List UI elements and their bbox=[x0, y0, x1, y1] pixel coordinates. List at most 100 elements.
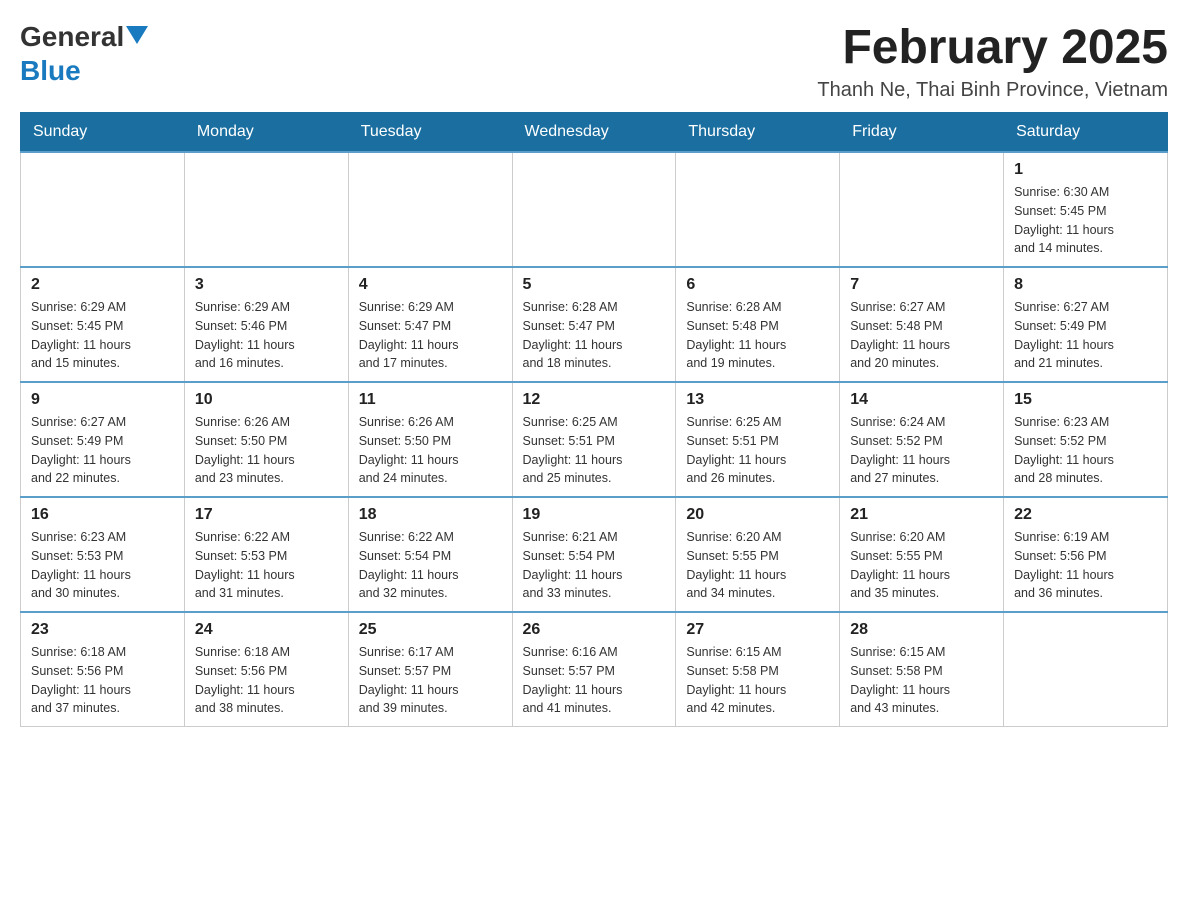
logo: General Blue bbox=[20, 20, 148, 87]
calendar-cell: 6Sunrise: 6:28 AMSunset: 5:48 PMDaylight… bbox=[676, 267, 840, 382]
day-info: Sunrise: 6:25 AMSunset: 5:51 PMDaylight:… bbox=[523, 413, 666, 488]
day-info: Sunrise: 6:28 AMSunset: 5:47 PMDaylight:… bbox=[523, 298, 666, 373]
calendar-cell: 22 Sunrise: 6:19 AMSunset: 5:56 PMDayligh… bbox=[1004, 497, 1168, 612]
days-of-week-row: SundayMondayTuesdayWednesdayThursdayFrid… bbox=[21, 113, 1168, 153]
day-info: Sunrise: 6:23 AMSunset: 5:53 PMDaylight:… bbox=[31, 528, 174, 603]
day-number: 26 bbox=[523, 621, 666, 639]
calendar-cell bbox=[1004, 612, 1168, 727]
day-header-tuesday: Tuesday bbox=[348, 113, 512, 153]
calendar-cell: 12 Sunrise: 6:25 AMSunset: 5:51 PMDayligh… bbox=[512, 382, 676, 497]
day-number: 23 bbox=[31, 621, 174, 639]
day-info: Sunrise: 6:29 AMSunset: 5:46 PMDaylight:… bbox=[195, 298, 338, 373]
calendar-cell: 7 Sunrise: 6:27 AMSunset: 5:48 PMDaylight… bbox=[840, 267, 1004, 382]
day-number: 8 bbox=[1014, 276, 1157, 294]
week-row-2: 2 Sunrise: 6:29 AMSunset: 5:45 PMDaylight… bbox=[21, 267, 1168, 382]
day-number: 22 bbox=[1014, 506, 1157, 524]
calendar-cell bbox=[676, 152, 840, 267]
day-info: Sunrise: 6:30 AMSunset: 5:45 PMDaylight:… bbox=[1014, 183, 1157, 258]
day-info: Sunrise: 6:27 AMSunset: 5:49 PMDaylight:… bbox=[31, 413, 174, 488]
day-number: 17 bbox=[195, 506, 338, 524]
day-info: Sunrise: 6:19 AMSunset: 5:56 PMDaylight:… bbox=[1014, 528, 1157, 603]
day-info: Sunrise: 6:27 AMSunset: 5:48 PMDaylight:… bbox=[850, 298, 993, 373]
calendar-cell: 17 Sunrise: 6:22 AMSunset: 5:53 PMDayligh… bbox=[184, 497, 348, 612]
day-info: Sunrise: 6:29 AMSunset: 5:47 PMDaylight:… bbox=[359, 298, 502, 373]
day-number: 27 bbox=[686, 621, 829, 639]
day-info: Sunrise: 6:18 AMSunset: 5:56 PMDaylight:… bbox=[31, 643, 174, 718]
week-row-1: 1 Sunrise: 6:30 AMSunset: 5:45 PMDaylight… bbox=[21, 152, 1168, 267]
calendar-cell: 11 Sunrise: 6:26 AMSunset: 5:50 PMDayligh… bbox=[348, 382, 512, 497]
logo-arrow-icon bbox=[126, 26, 148, 49]
day-info: Sunrise: 6:20 AMSunset: 5:55 PMDaylight:… bbox=[686, 528, 829, 603]
day-number: 28 bbox=[850, 621, 993, 639]
day-info: Sunrise: 6:17 AMSunset: 5:57 PMDaylight:… bbox=[359, 643, 502, 718]
calendar-cell: 2 Sunrise: 6:29 AMSunset: 5:45 PMDaylight… bbox=[21, 267, 185, 382]
day-number: 15 bbox=[1014, 391, 1157, 409]
week-row-5: 23 Sunrise: 6:18 AMSunset: 5:56 PMDayligh… bbox=[21, 612, 1168, 727]
calendar-cell: 3 Sunrise: 6:29 AMSunset: 5:46 PMDaylight… bbox=[184, 267, 348, 382]
calendar-cell: 16 Sunrise: 6:23 AMSunset: 5:53 PMDayligh… bbox=[21, 497, 185, 612]
day-header-thursday: Thursday bbox=[676, 113, 840, 153]
day-number: 13 bbox=[686, 391, 829, 409]
day-number: 14 bbox=[850, 391, 993, 409]
day-info: Sunrise: 6:26 AMSunset: 5:50 PMDaylight:… bbox=[359, 413, 502, 488]
logo-blue-text: Blue bbox=[20, 55, 81, 86]
day-info: Sunrise: 6:29 AMSunset: 5:45 PMDaylight:… bbox=[31, 298, 174, 373]
day-info: Sunrise: 6:27 AMSunset: 5:49 PMDaylight:… bbox=[1014, 298, 1157, 373]
day-number: 2 bbox=[31, 276, 174, 294]
day-number: 3 bbox=[195, 276, 338, 294]
day-info: Sunrise: 6:16 AMSunset: 5:57 PMDaylight:… bbox=[523, 643, 666, 718]
calendar-cell: 10 Sunrise: 6:26 AMSunset: 5:50 PMDayligh… bbox=[184, 382, 348, 497]
day-info: Sunrise: 6:26 AMSunset: 5:50 PMDaylight:… bbox=[195, 413, 338, 488]
calendar-cell: 14Sunrise: 6:24 AMSunset: 5:52 PMDayligh… bbox=[840, 382, 1004, 497]
calendar-cell: 5Sunrise: 6:28 AMSunset: 5:47 PMDaylight… bbox=[512, 267, 676, 382]
page-header: General Blue February 2025 Thanh Ne, Tha… bbox=[20, 20, 1168, 102]
day-info: Sunrise: 6:15 AMSunset: 5:58 PMDaylight:… bbox=[686, 643, 829, 718]
day-info: Sunrise: 6:15 AMSunset: 5:58 PMDaylight:… bbox=[850, 643, 993, 718]
day-info: Sunrise: 6:20 AMSunset: 5:55 PMDaylight:… bbox=[850, 528, 993, 603]
calendar-cell: 24Sunrise: 6:18 AMSunset: 5:56 PMDayligh… bbox=[184, 612, 348, 727]
calendar-cell: 21Sunrise: 6:20 AMSunset: 5:55 PMDayligh… bbox=[840, 497, 1004, 612]
calendar-cell: 23 Sunrise: 6:18 AMSunset: 5:56 PMDayligh… bbox=[21, 612, 185, 727]
day-info: Sunrise: 6:21 AMSunset: 5:54 PMDaylight:… bbox=[523, 528, 666, 603]
calendar-cell: 19Sunrise: 6:21 AMSunset: 5:54 PMDayligh… bbox=[512, 497, 676, 612]
day-info: Sunrise: 6:25 AMSunset: 5:51 PMDaylight:… bbox=[686, 413, 829, 488]
subtitle: Thanh Ne, Thai Binh Province, Vietnam bbox=[817, 79, 1168, 102]
day-number: 4 bbox=[359, 276, 502, 294]
calendar-table: SundayMondayTuesdayWednesdayThursdayFrid… bbox=[20, 112, 1168, 727]
calendar-cell: 26 Sunrise: 6:16 AMSunset: 5:57 PMDayligh… bbox=[512, 612, 676, 727]
day-number: 7 bbox=[850, 276, 993, 294]
calendar-cell: 25 Sunrise: 6:17 AMSunset: 5:57 PMDayligh… bbox=[348, 612, 512, 727]
day-number: 1 bbox=[1014, 161, 1157, 179]
day-number: 25 bbox=[359, 621, 502, 639]
calendar-cell bbox=[348, 152, 512, 267]
calendar-header: SundayMondayTuesdayWednesdayThursdayFrid… bbox=[21, 113, 1168, 153]
calendar-cell: 20 Sunrise: 6:20 AMSunset: 5:55 PMDayligh… bbox=[676, 497, 840, 612]
title-section: February 2025 Thanh Ne, Thai Binh Provin… bbox=[817, 20, 1168, 102]
calendar-cell: 8 Sunrise: 6:27 AMSunset: 5:49 PMDaylight… bbox=[1004, 267, 1168, 382]
day-info: Sunrise: 6:28 AMSunset: 5:48 PMDaylight:… bbox=[686, 298, 829, 373]
day-number: 16 bbox=[31, 506, 174, 524]
day-header-wednesday: Wednesday bbox=[512, 113, 676, 153]
calendar-cell: 28 Sunrise: 6:15 AMSunset: 5:58 PMDayligh… bbox=[840, 612, 1004, 727]
calendar-cell bbox=[840, 152, 1004, 267]
day-number: 11 bbox=[359, 391, 502, 409]
calendar-cell: 15 Sunrise: 6:23 AMSunset: 5:52 PMDayligh… bbox=[1004, 382, 1168, 497]
calendar-cell: 27 Sunrise: 6:15 AMSunset: 5:58 PMDayligh… bbox=[676, 612, 840, 727]
calendar-cell bbox=[21, 152, 185, 267]
calendar-cell: 1 Sunrise: 6:30 AMSunset: 5:45 PMDaylight… bbox=[1004, 152, 1168, 267]
day-info: Sunrise: 6:22 AMSunset: 5:53 PMDaylight:… bbox=[195, 528, 338, 603]
day-number: 12 bbox=[523, 391, 666, 409]
calendar-cell: 9 Sunrise: 6:27 AMSunset: 5:49 PMDaylight… bbox=[21, 382, 185, 497]
day-header-monday: Monday bbox=[184, 113, 348, 153]
week-row-3: 9 Sunrise: 6:27 AMSunset: 5:49 PMDaylight… bbox=[21, 382, 1168, 497]
day-number: 20 bbox=[686, 506, 829, 524]
day-number: 10 bbox=[195, 391, 338, 409]
day-number: 9 bbox=[31, 391, 174, 409]
day-info: Sunrise: 6:23 AMSunset: 5:52 PMDaylight:… bbox=[1014, 413, 1157, 488]
day-header-friday: Friday bbox=[840, 113, 1004, 153]
calendar-body: 1 Sunrise: 6:30 AMSunset: 5:45 PMDaylight… bbox=[21, 152, 1168, 727]
calendar-cell: 4 Sunrise: 6:29 AMSunset: 5:47 PMDaylight… bbox=[348, 267, 512, 382]
calendar-cell bbox=[184, 152, 348, 267]
day-header-sunday: Sunday bbox=[21, 113, 185, 153]
day-header-saturday: Saturday bbox=[1004, 113, 1168, 153]
